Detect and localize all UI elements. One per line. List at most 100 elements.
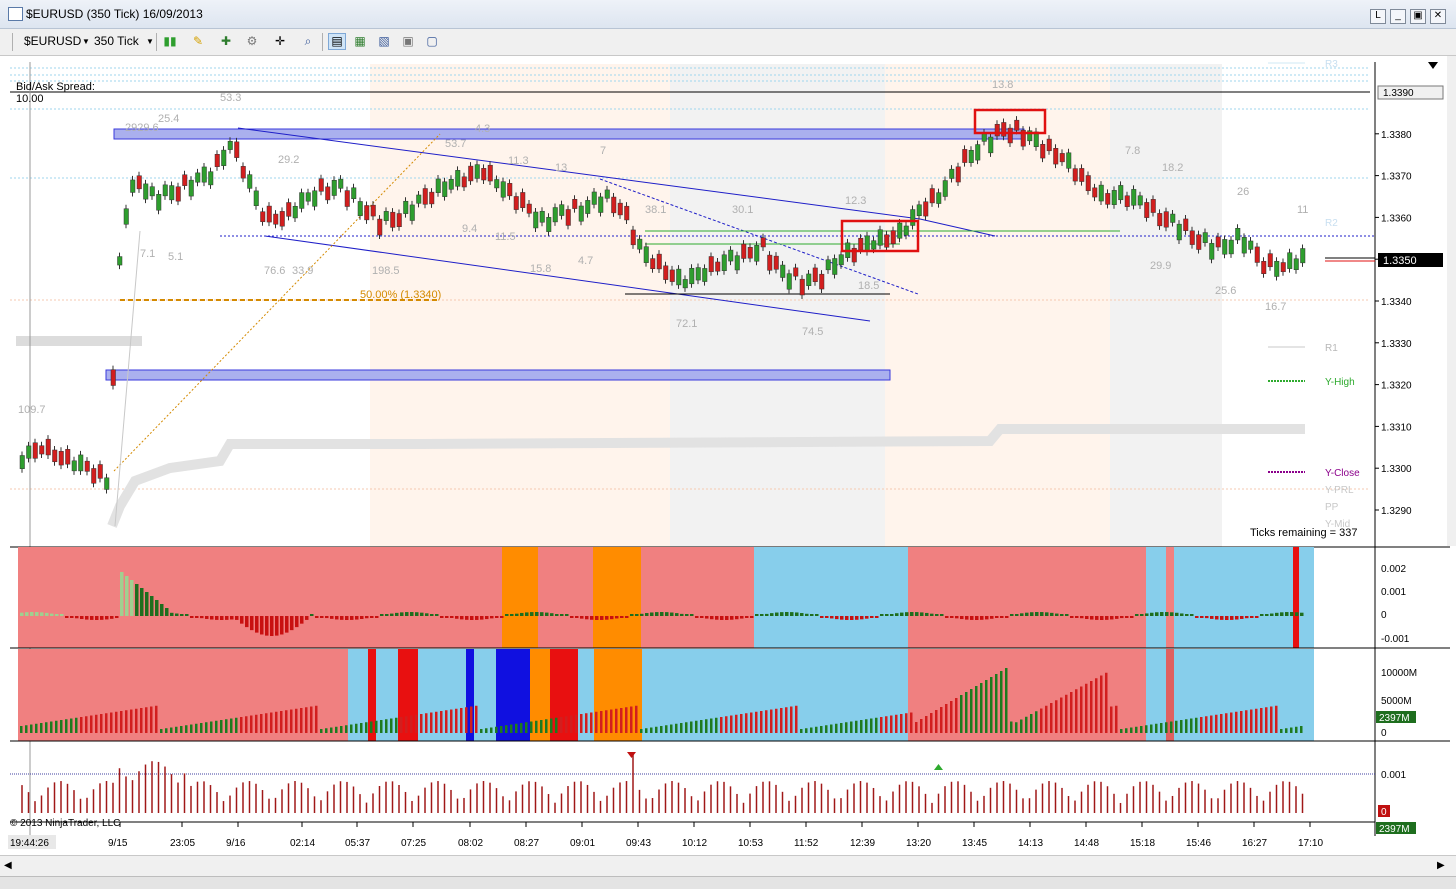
candle <box>585 200 591 214</box>
candle <box>26 445 32 459</box>
indicator-bar <box>1010 614 1014 616</box>
indicator1-axis: 0.002 0.001 0 -0.001 <box>1381 564 1410 645</box>
volume-bar <box>500 726 503 733</box>
indicator-bar <box>1230 616 1234 620</box>
interval-selector[interactable]: 350 Tick <box>94 34 139 48</box>
candle <box>624 205 630 221</box>
volume-bar <box>70 718 73 733</box>
indicator-bar <box>735 616 739 620</box>
candle <box>1183 218 1189 231</box>
chevron-down-icon[interactable]: ▼ <box>78 34 94 49</box>
indicator-bar <box>245 616 249 628</box>
indicator-bar <box>185 614 189 616</box>
indicator-bar <box>810 614 814 616</box>
indicator-bar <box>1110 616 1114 620</box>
time-tick-label: 10:53 <box>738 838 763 849</box>
candle <box>968 149 974 163</box>
properties-icon[interactable]: ▤ <box>328 33 346 50</box>
candle <box>305 192 311 202</box>
volume-bar <box>1080 686 1083 733</box>
volume-bar <box>450 709 453 733</box>
volume-bar <box>510 724 513 733</box>
volume-bar <box>1025 716 1028 733</box>
volume-bar <box>75 717 78 733</box>
ind3-tick: 0.001 <box>1381 770 1406 781</box>
volume-bar <box>440 711 443 733</box>
candle <box>1235 228 1241 241</box>
candle <box>1215 236 1221 248</box>
candle <box>1300 248 1306 264</box>
candle <box>1124 195 1130 207</box>
indicator-zone <box>1166 547 1174 648</box>
scroll-left-icon[interactable]: ◀ <box>4 860 12 871</box>
crosshair-icon[interactable]: ✛ <box>272 34 288 49</box>
bar-type-icon[interactable]: ▮▮ <box>162 34 178 49</box>
data-box-icon[interactable]: ▦ <box>352 34 368 49</box>
candle <box>507 183 513 197</box>
indicator-bar <box>435 614 439 616</box>
indicator-bar <box>115 616 119 619</box>
indicator-bar <box>900 612 904 616</box>
window-linking-icon[interactable]: ▢ <box>424 34 440 49</box>
indicator-zone <box>754 547 908 648</box>
pencil-icon[interactable]: ✎ <box>190 34 206 49</box>
candle <box>754 245 760 262</box>
minimize-button[interactable]: _ <box>1390 9 1406 24</box>
volume-bar <box>725 716 728 733</box>
signal-up-icon <box>934 764 943 770</box>
title-bar: $EURUSD (350 Tick) 16/09/2013 L _ ▣ ✕ <box>0 0 1456 29</box>
price-annotation: 2929.6 <box>125 122 159 134</box>
indicator-bar <box>730 616 734 620</box>
indicator-bar <box>480 616 484 620</box>
indicator-bar <box>1245 616 1249 619</box>
volume-bar <box>695 720 698 733</box>
candle <box>656 253 662 270</box>
horizontal-scrollbar[interactable]: ◀ ▶ <box>0 855 1456 876</box>
candle <box>533 211 539 229</box>
volume-bar <box>1180 720 1183 733</box>
volume-bar <box>485 728 488 733</box>
link-button[interactable]: L <box>1370 9 1386 24</box>
indicator-bar <box>40 612 44 616</box>
add-indicator-icon[interactable]: ✚ <box>218 34 234 49</box>
instrument-selector[interactable]: $EURUSD <box>24 34 81 48</box>
candle <box>299 192 305 209</box>
volume-bar <box>810 727 813 733</box>
maximize-button[interactable]: ▣ <box>1410 9 1426 24</box>
candle <box>897 222 903 239</box>
indicator-bar <box>800 613 804 616</box>
volume-bar <box>490 727 493 733</box>
indicator-bar <box>130 580 134 616</box>
chevron-down-icon[interactable] <box>1428 62 1438 69</box>
indicator-bar <box>630 614 634 616</box>
scroll-right-icon[interactable]: ▶ <box>1437 860 1445 871</box>
indicator-bar <box>175 613 179 616</box>
indicator-bar <box>785 612 789 616</box>
indicator-bar <box>495 616 499 618</box>
demand-zone <box>105 369 891 381</box>
candle <box>877 229 883 246</box>
volume-bar <box>590 712 593 733</box>
chart-area[interactable]: R3 R2 R1 Y-High Y-Close Y-PRL PP Y-Mid B… <box>0 56 1456 855</box>
candle <box>760 237 766 248</box>
indicator-bar <box>815 614 819 616</box>
time-tick-label: 17:10 <box>1298 838 1323 849</box>
snapshot-icon[interactable]: ▣ <box>400 34 416 49</box>
indicator-bar <box>575 616 579 618</box>
zoom-icon[interactable]: ⌕ <box>300 34 316 49</box>
volume-bar <box>1170 721 1173 733</box>
indicator-bar <box>1160 612 1164 616</box>
candle <box>1105 193 1111 205</box>
chart-trader-icon[interactable]: ▧ <box>376 34 392 49</box>
time-start: 19:44:26 <box>10 838 49 849</box>
volume-bar <box>1095 678 1098 733</box>
strategy-icon[interactable]: ⚙ <box>244 34 260 49</box>
volume-bar <box>205 722 208 733</box>
indicator-bar <box>390 613 394 616</box>
volume-label: 2397M <box>1379 713 1410 724</box>
volume-bar <box>345 725 348 733</box>
vertical-scrollbar[interactable] <box>1447 56 1456 546</box>
volume-bar <box>1140 726 1143 733</box>
indicator-bar <box>1035 612 1039 616</box>
close-button[interactable]: ✕ <box>1430 9 1446 24</box>
